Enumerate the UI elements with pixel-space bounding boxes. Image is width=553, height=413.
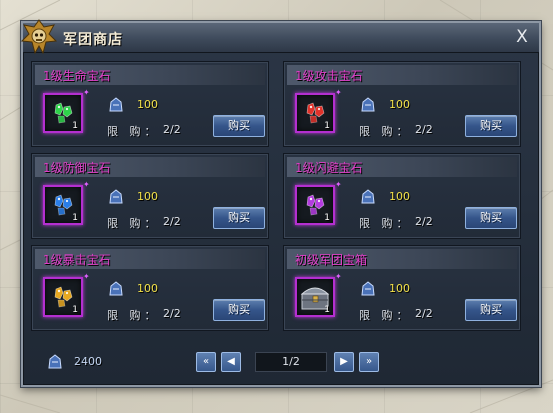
shop-item-card: 初级军团宝箱 1 ✦ 100 限 购： 2/2 购买 [283, 245, 521, 331]
purchase-limit-label: 限 购： [107, 217, 160, 230]
shop-footer: 2400 « ◀ 1/2 ▶ » [31, 349, 531, 375]
item-count: 1 [324, 213, 330, 223]
contribution-pouch-icon [361, 97, 375, 112]
item-header: 1级生命宝石 [35, 65, 265, 85]
shop-item-card: 1级闪避宝石 1 ✦ 100 限 购： 2/2 购买 [283, 153, 521, 239]
sparkle-icon: ✦ [83, 88, 90, 97]
first-page-button[interactable]: « [196, 352, 216, 372]
buy-button[interactable]: 购买 [465, 115, 517, 137]
item-name: 1级攻击宝石 [295, 69, 363, 83]
contribution-amount: 2400 [74, 355, 102, 368]
purchase-limit-label: 限 购： [359, 217, 412, 230]
sparkle-icon: ✦ [335, 272, 342, 281]
item-count: 1 [72, 121, 78, 131]
legion-skull-emblem-icon [21, 19, 57, 55]
item-name: 1级暴击宝石 [43, 253, 111, 267]
item-price: 100 [137, 98, 158, 111]
buy-button[interactable]: 购买 [213, 207, 265, 229]
item-price: 100 [137, 190, 158, 203]
buy-button[interactable]: 购买 [213, 299, 265, 321]
shop-item-card: 1级防御宝石 1 ✦ 100 限 购： 2/2 购买 [31, 153, 269, 239]
buy-button[interactable]: 购买 [213, 115, 265, 137]
item-count: 1 [72, 305, 78, 315]
buy-button[interactable]: 购买 [465, 299, 517, 321]
item-name: 1级闪避宝石 [295, 161, 363, 175]
shop-item-card: 1级生命宝石 1 ✦ 100 限 购： 2/2 购买 [31, 61, 269, 147]
item-price: 100 [389, 282, 410, 295]
next-page-button[interactable]: ▶ [334, 352, 354, 372]
item-slot[interactable]: 1 [43, 277, 83, 317]
item-header: 1级暴击宝石 [35, 249, 265, 269]
item-slot[interactable]: 1 [295, 185, 335, 225]
item-count: 1 [324, 121, 330, 131]
sparkle-icon: ✦ [83, 180, 90, 189]
contribution-pouch-icon [361, 189, 375, 204]
item-header: 1级闪避宝石 [287, 157, 517, 177]
purchase-limit-value: 2/2 [415, 123, 433, 136]
sparkle-icon: ✦ [335, 88, 342, 97]
purchase-limit-value: 2/2 [415, 307, 433, 320]
shop-item-card: 1级攻击宝石 1 ✦ 100 限 购： 2/2 购买 [283, 61, 521, 147]
page-indicator: 1/2 [255, 352, 327, 372]
purchase-limit-value: 2/2 [415, 215, 433, 228]
item-slot[interactable]: 1 [295, 277, 335, 317]
sparkle-icon: ✦ [83, 272, 90, 281]
contribution-pouch-icon [109, 97, 123, 112]
item-count: 1 [72, 213, 78, 223]
item-price: 100 [389, 98, 410, 111]
purchase-limit-label: 限 购： [107, 309, 160, 322]
item-header: 1级攻击宝石 [287, 65, 517, 85]
item-grid: 1级生命宝石 1 ✦ 100 限 购： 2/2 购买 1级攻击宝石 1 ✦ 10… [31, 61, 531, 341]
contribution-pouch-icon [361, 281, 375, 296]
contribution-pouch-icon [109, 189, 123, 204]
legion-shop-window: 军团商店 X 1级生命宝石 1 ✦ 100 限 购： 2/2 购买 1级攻击宝石… [21, 19, 541, 387]
purchase-limit-label: 限 购： [359, 125, 412, 138]
shop-item-card: 1级暴击宝石 1 ✦ 100 限 购： 2/2 购买 [31, 245, 269, 331]
purchase-limit-label: 限 购： [359, 309, 412, 322]
purchase-limit-label: 限 购： [107, 125, 160, 138]
item-price: 100 [389, 190, 410, 203]
item-header: 初级军团宝箱 [287, 249, 517, 269]
item-name: 1级生命宝石 [43, 69, 111, 83]
item-slot[interactable]: 1 [43, 185, 83, 225]
buy-button[interactable]: 购买 [465, 207, 517, 229]
purchase-limit-value: 2/2 [163, 307, 181, 320]
item-name: 1级防御宝石 [43, 161, 111, 175]
item-header: 1级防御宝石 [35, 157, 265, 177]
contribution-pouch-icon [48, 354, 62, 369]
item-name: 初级军团宝箱 [295, 253, 368, 267]
purchase-limit-value: 2/2 [163, 215, 181, 228]
last-page-button[interactable]: » [359, 352, 379, 372]
item-slot[interactable]: 1 [295, 93, 335, 133]
contribution-pouch-icon [109, 281, 123, 296]
prev-page-button[interactable]: ◀ [221, 352, 241, 372]
item-price: 100 [137, 282, 158, 295]
title-bar[interactable]: 军团商店 X [21, 19, 539, 55]
purchase-limit-value: 2/2 [163, 123, 181, 136]
sparkle-icon: ✦ [335, 180, 342, 189]
item-count: 1 [324, 305, 330, 315]
window-title: 军团商店 [63, 32, 123, 48]
item-slot[interactable]: 1 [43, 93, 83, 133]
close-button[interactable]: X [513, 27, 531, 47]
